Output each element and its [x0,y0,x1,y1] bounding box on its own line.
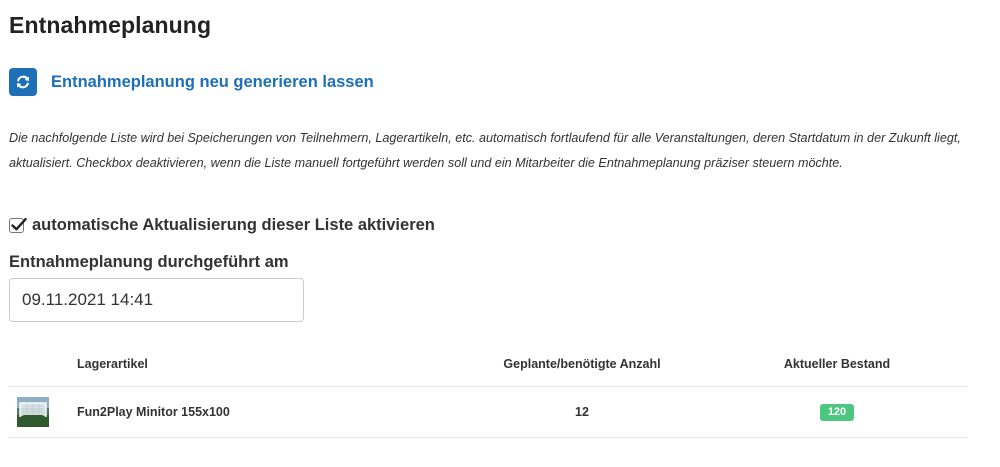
table-row[interactable]: Fun2Play Minitor 155x100 12 120 [9,386,967,438]
regenerate-link[interactable]: Entnahmeplanung neu generieren lassen [9,68,374,96]
stock-badge: 120 [819,403,855,421]
regenerate-label[interactable]: Entnahmeplanung neu generieren lassen [51,73,374,92]
planned-count: 12 [457,386,707,438]
refresh-icon[interactable] [9,68,37,96]
description-text: Die nachfolgende Liste wird bei Speicher… [9,131,961,170]
performed-at-label: Entnahmeplanung durchgeführt am [9,253,289,271]
auto-update-toggle[interactable]: automatische Aktualisierung dieser Liste… [9,216,435,235]
performed-at-field[interactable] [9,278,304,322]
header-article: Lagerartikel [77,342,457,387]
checkmark-icon [11,218,27,231]
header-planned: Geplante/benötigte Anzahl [457,342,707,387]
article-name: Fun2Play Minitor 155x100 [77,386,457,438]
auto-update-label: automatische Aktualisierung dieser Liste… [32,216,435,234]
header-stock: Aktueller Bestand [707,342,967,387]
table-header-row: Lagerartikel Geplante/benötigte Anzahl A… [9,342,967,387]
stock-table: Lagerartikel Geplante/benötigte Anzahl A… [9,342,967,438]
header-image [9,342,77,387]
page-title: Entnahmeplanung [9,12,212,38]
article-image-cell [9,386,77,438]
goal-thumbnail-icon[interactable] [17,397,49,427]
auto-update-checkbox[interactable] [9,218,27,233]
stock-cell: 120 [707,386,967,438]
